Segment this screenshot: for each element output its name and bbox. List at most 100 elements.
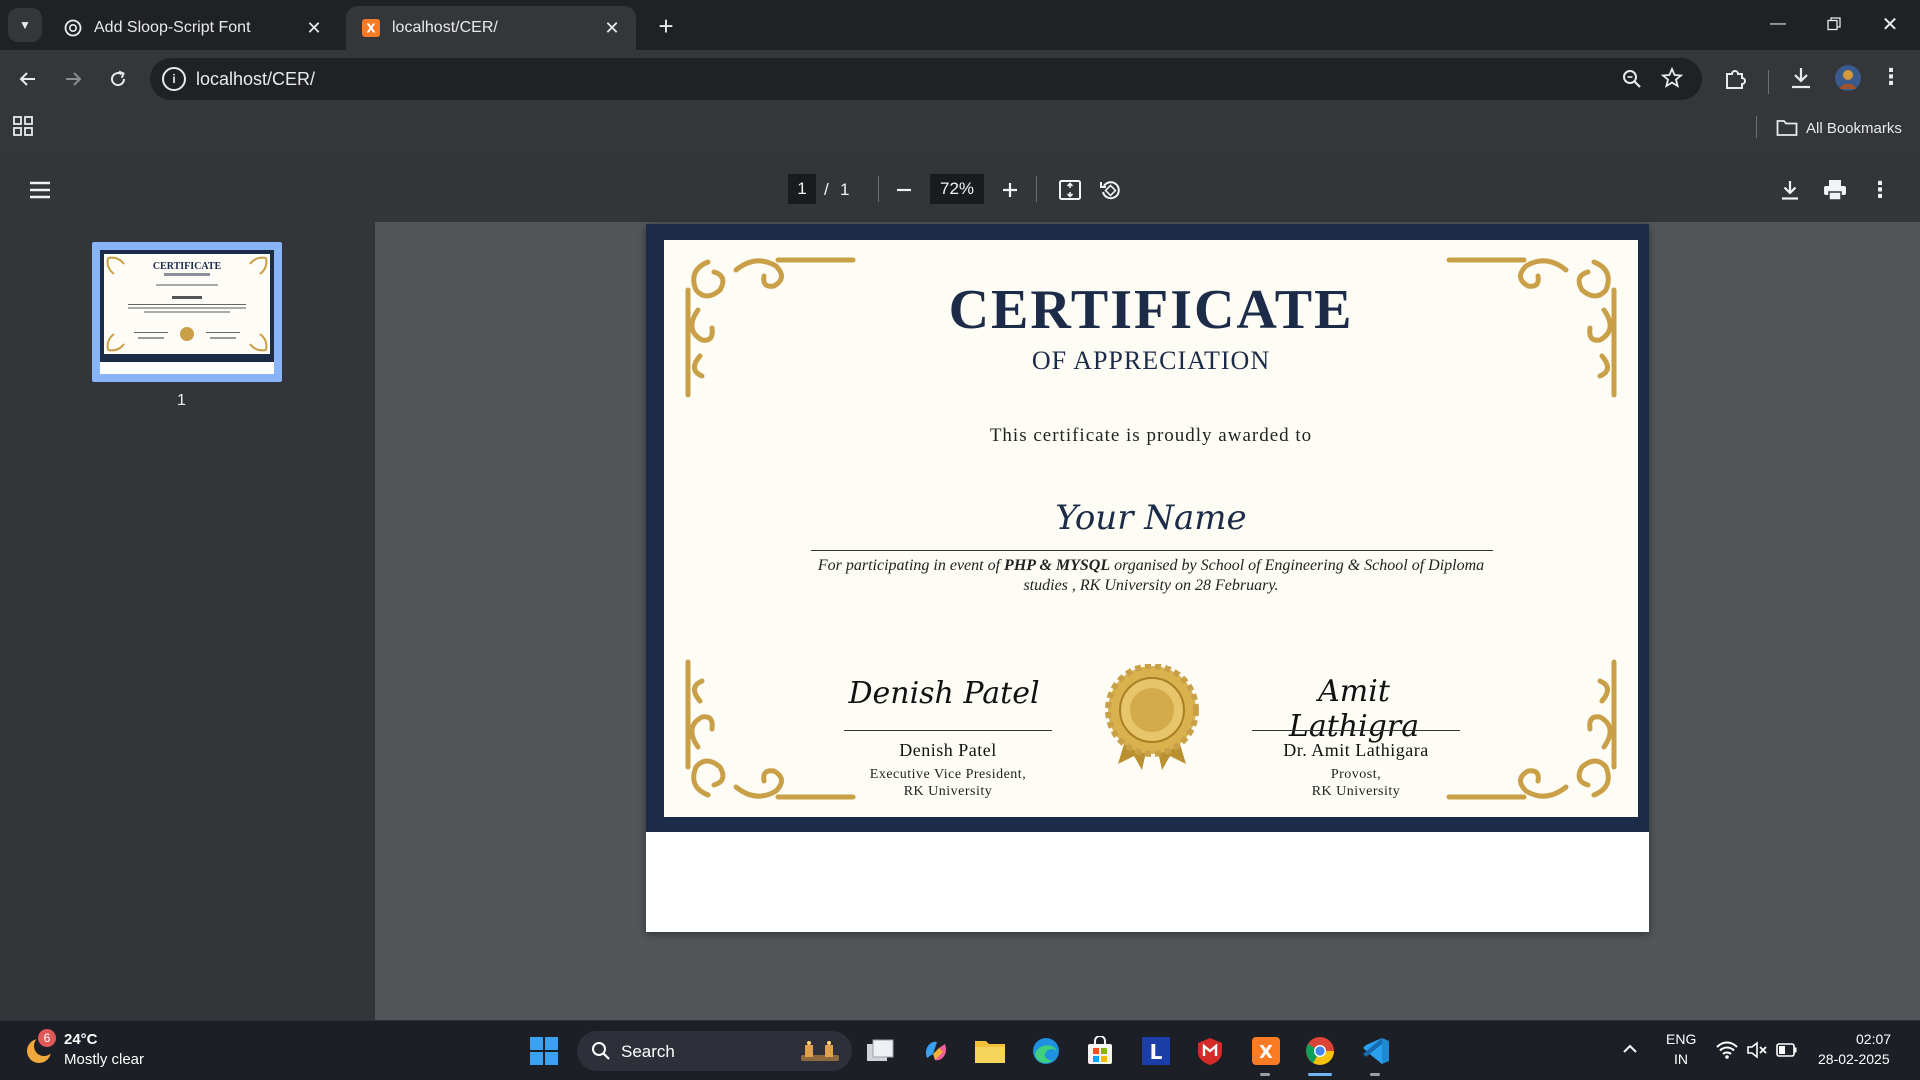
- folder-icon: [1776, 119, 1798, 137]
- signature-left: Denish Patel: [848, 676, 1040, 711]
- sidebar-menu-icon[interactable]: [24, 174, 56, 206]
- signatory-org-left: RK University: [903, 784, 993, 799]
- browser-menu-icon[interactable]: ⋮: [1880, 64, 1902, 90]
- edge-icon[interactable]: [1028, 1033, 1064, 1069]
- tab-sloop-script-font[interactable]: Add Sloop-Script Font ✕: [48, 6, 338, 50]
- active-indicator: [1308, 1073, 1332, 1076]
- bookmark-star-icon[interactable]: [1660, 66, 1684, 95]
- svg-text:X: X: [366, 22, 376, 36]
- signature-line-right: [1252, 730, 1460, 731]
- apps-grid-icon[interactable]: [12, 115, 34, 142]
- thumbnail-frame: CERTIFICATE: [100, 250, 274, 374]
- chevron-down-icon: ▼: [19, 18, 31, 32]
- search-icon: [591, 1041, 611, 1066]
- page-total: 1: [840, 180, 850, 199]
- clock-time[interactable]: 02:07: [1856, 1031, 1891, 1047]
- certificate-heading: CERTIFICATE: [948, 279, 1354, 341]
- close-window-button[interactable]: ✕: [1862, 0, 1918, 48]
- toolbar-divider: [1768, 70, 1769, 94]
- pdf-download-icon[interactable]: [1774, 174, 1806, 206]
- speaker-muted-icon[interactable]: [1746, 1040, 1768, 1065]
- taskbar-search-box[interactable]: Search: [577, 1031, 852, 1071]
- running-indicator: [1370, 1073, 1380, 1076]
- task-view-icon[interactable]: [862, 1033, 898, 1069]
- thumbnail-certificate-preview: CERTIFICATE: [104, 254, 270, 354]
- download-icon[interactable]: [1788, 65, 1814, 96]
- tab-search-dropdown-button[interactable]: ▼: [8, 8, 42, 42]
- svg-text:CERTIFICATE: CERTIFICATE: [153, 261, 222, 272]
- svg-text:L: L: [1150, 1040, 1163, 1064]
- xampp-taskbar-icon[interactable]: X: [1248, 1033, 1284, 1076]
- chevron-up-icon[interactable]: [1620, 1039, 1640, 1064]
- browser-toolbar: i localhost/CER/ ⋮ All Bookmarks: [0, 50, 1920, 158]
- zoom-out-button[interactable]: [888, 174, 920, 206]
- extensions-icon[interactable]: [1722, 66, 1748, 97]
- windows-start-icon[interactable]: [526, 1033, 562, 1069]
- tab-localhost-cer[interactable]: X localhost/CER/ ✕: [346, 6, 636, 50]
- signature-right: Amit Lathigra: [1288, 674, 1420, 744]
- chrome-taskbar-icon[interactable]: [1302, 1033, 1338, 1076]
- fit-to-page-icon[interactable]: [1054, 174, 1086, 206]
- page-number-input[interactable]: 1: [788, 174, 816, 204]
- signature-line-left: [844, 730, 1052, 731]
- new-tab-button[interactable]: +: [650, 10, 682, 42]
- search-highlight-icon: [797, 1037, 843, 1070]
- tab-title: localhost/CER/: [392, 19, 498, 36]
- url-text[interactable]: localhost/CER/: [196, 69, 315, 90]
- file-explorer-icon[interactable]: [972, 1033, 1008, 1069]
- pdf-more-options-icon[interactable]: ⋮: [1864, 174, 1896, 206]
- close-tab-icon[interactable]: ✕: [600, 16, 624, 40]
- back-button[interactable]: [10, 61, 46, 97]
- battery-icon[interactable]: [1776, 1041, 1798, 1064]
- page-separator: /: [824, 180, 829, 199]
- restore-button[interactable]: [1806, 0, 1862, 48]
- pdf-viewer-area[interactable]: CERTIFICATE OF APPRECIATION This certifi…: [375, 222, 1920, 1020]
- weather-widget[interactable]: 6: [22, 1029, 56, 1072]
- pdf-page: CERTIFICATE OF APPRECIATION This certifi…: [646, 224, 1649, 932]
- weather-temp: 24°C: [64, 1031, 98, 1048]
- signatory-org-right: RK University: [1311, 784, 1401, 799]
- close-tab-icon[interactable]: ✕: [302, 16, 326, 40]
- microsoft-store-icon[interactable]: [1082, 1033, 1118, 1069]
- all-bookmarks-button[interactable]: All Bookmarks: [1776, 110, 1902, 146]
- browser-titlebar: ▼ Add Sloop-Script Font ✕ X localhost/CE…: [0, 0, 1920, 50]
- tab-title: Add Sloop-Script Font: [94, 19, 251, 36]
- xampp-icon: X: [362, 19, 380, 37]
- mcafee-icon[interactable]: [1192, 1033, 1228, 1069]
- rotate-icon[interactable]: [1094, 174, 1126, 206]
- windows-taskbar: 6 24°C Mostly clear Search L X ENG IN 02…: [0, 1020, 1920, 1080]
- zoom-in-button[interactable]: [994, 174, 1026, 206]
- recipient-underline: [811, 550, 1493, 551]
- signatory-name-right: Dr. Amit Lathigara: [1283, 740, 1429, 760]
- gold-seal-icon: [1105, 664, 1199, 770]
- l-app-icon[interactable]: L: [1138, 1033, 1174, 1069]
- description-prefix: For participating in event of: [817, 557, 1005, 574]
- weather-desc: Mostly clear: [64, 1051, 145, 1068]
- all-bookmarks-label: All Bookmarks: [1806, 119, 1902, 137]
- thumbnail-blank-area: [100, 362, 274, 374]
- print-icon[interactable]: [1819, 174, 1851, 206]
- copilot-icon[interactable]: [918, 1033, 954, 1069]
- signatory-role-left: Executive Vice President,: [869, 767, 1027, 782]
- minimize-button[interactable]: —: [1750, 0, 1806, 48]
- signatory-name-left: Denish Patel: [899, 740, 997, 760]
- vscode-icon[interactable]: [1358, 1033, 1394, 1076]
- signatory-role-right: Provost,: [1330, 767, 1382, 782]
- svg-text:X: X: [1259, 1042, 1273, 1063]
- address-bar[interactable]: i localhost/CER/: [150, 58, 1702, 100]
- forward-button[interactable]: [55, 61, 91, 97]
- chatgpt-icon: [64, 19, 82, 37]
- language-indicator[interactable]: ENG: [1666, 1031, 1696, 1047]
- zoom-level-input[interactable]: 72%: [930, 174, 984, 204]
- site-info-icon[interactable]: i: [162, 67, 186, 91]
- reload-button[interactable]: [100, 61, 136, 97]
- page-thumbnail[interactable]: CERTIFICATE: [92, 242, 282, 382]
- toolbar-separator: [878, 176, 879, 202]
- profile-avatar[interactable]: [1834, 64, 1862, 97]
- zoom-icon[interactable]: [1620, 67, 1644, 96]
- pdf-toolbar: 1 / 1 72% ⋮: [0, 158, 1920, 222]
- keyboard-layout[interactable]: IN: [1674, 1051, 1688, 1067]
- wifi-icon[interactable]: [1716, 1040, 1738, 1065]
- event-name: PHP & MYSQL: [1004, 557, 1111, 574]
- clock-date[interactable]: 28-02-2025: [1818, 1051, 1890, 1067]
